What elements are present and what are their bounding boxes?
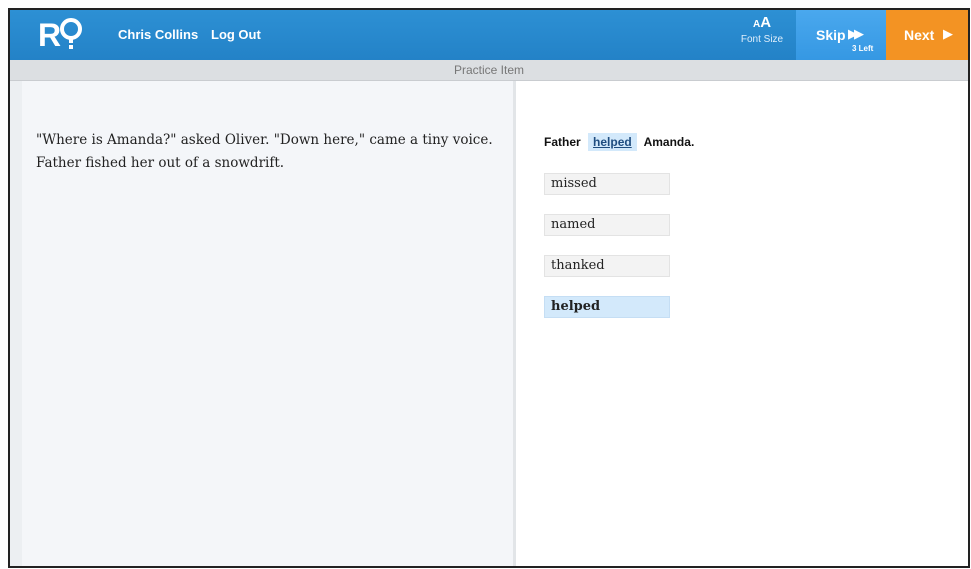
app-frame: R Chris Collins Log Out AA Font Size Ski… (8, 8, 970, 568)
logout-link[interactable]: Log Out (211, 27, 261, 42)
question-sentence: Father helped Amanda. (544, 133, 694, 151)
user-name[interactable]: Chris Collins (118, 27, 198, 42)
option-named[interactable]: named (544, 214, 670, 236)
svg-text:R: R (38, 17, 61, 52)
skips-remaining: 3 Left (852, 44, 874, 53)
item-title: Practice Item (453, 63, 525, 77)
question-panel: Father helped Amanda. missed named thank… (516, 81, 968, 566)
option-missed[interactable]: missed (544, 173, 670, 195)
item-title-bar: Practice Item (10, 60, 968, 81)
option-thanked[interactable]: thanked (544, 255, 670, 277)
answer-options: missed named thanked helped (544, 173, 670, 337)
passage-text: "Where is Amanda?" asked Oliver. "Down h… (36, 132, 493, 171)
next-label: Next (904, 27, 935, 43)
font-size-button[interactable]: AA Font Size (728, 14, 796, 56)
font-size-icon: AA (752, 14, 772, 31)
answer-blank: helped (588, 133, 637, 151)
question-before: Father (544, 135, 581, 149)
fast-forward-icon: ▶▶ (848, 26, 864, 41)
question-after: Amanda. (643, 135, 695, 149)
logo-icon: R (38, 17, 82, 52)
top-bar: R Chris Collins Log Out AA Font Size Ski… (10, 10, 968, 60)
font-size-label: Font Size (740, 34, 784, 45)
left-edge (10, 81, 22, 566)
skip-button[interactable]: Skip ▶▶ 3 Left (796, 10, 886, 60)
play-arrow-icon: ▶ (943, 26, 953, 41)
skip-label: Skip (816, 27, 846, 43)
passage-panel: "Where is Amanda?" asked Oliver. "Down h… (22, 81, 515, 566)
next-button[interactable]: Next ▶ (886, 10, 968, 60)
option-helped[interactable]: helped (544, 296, 670, 318)
